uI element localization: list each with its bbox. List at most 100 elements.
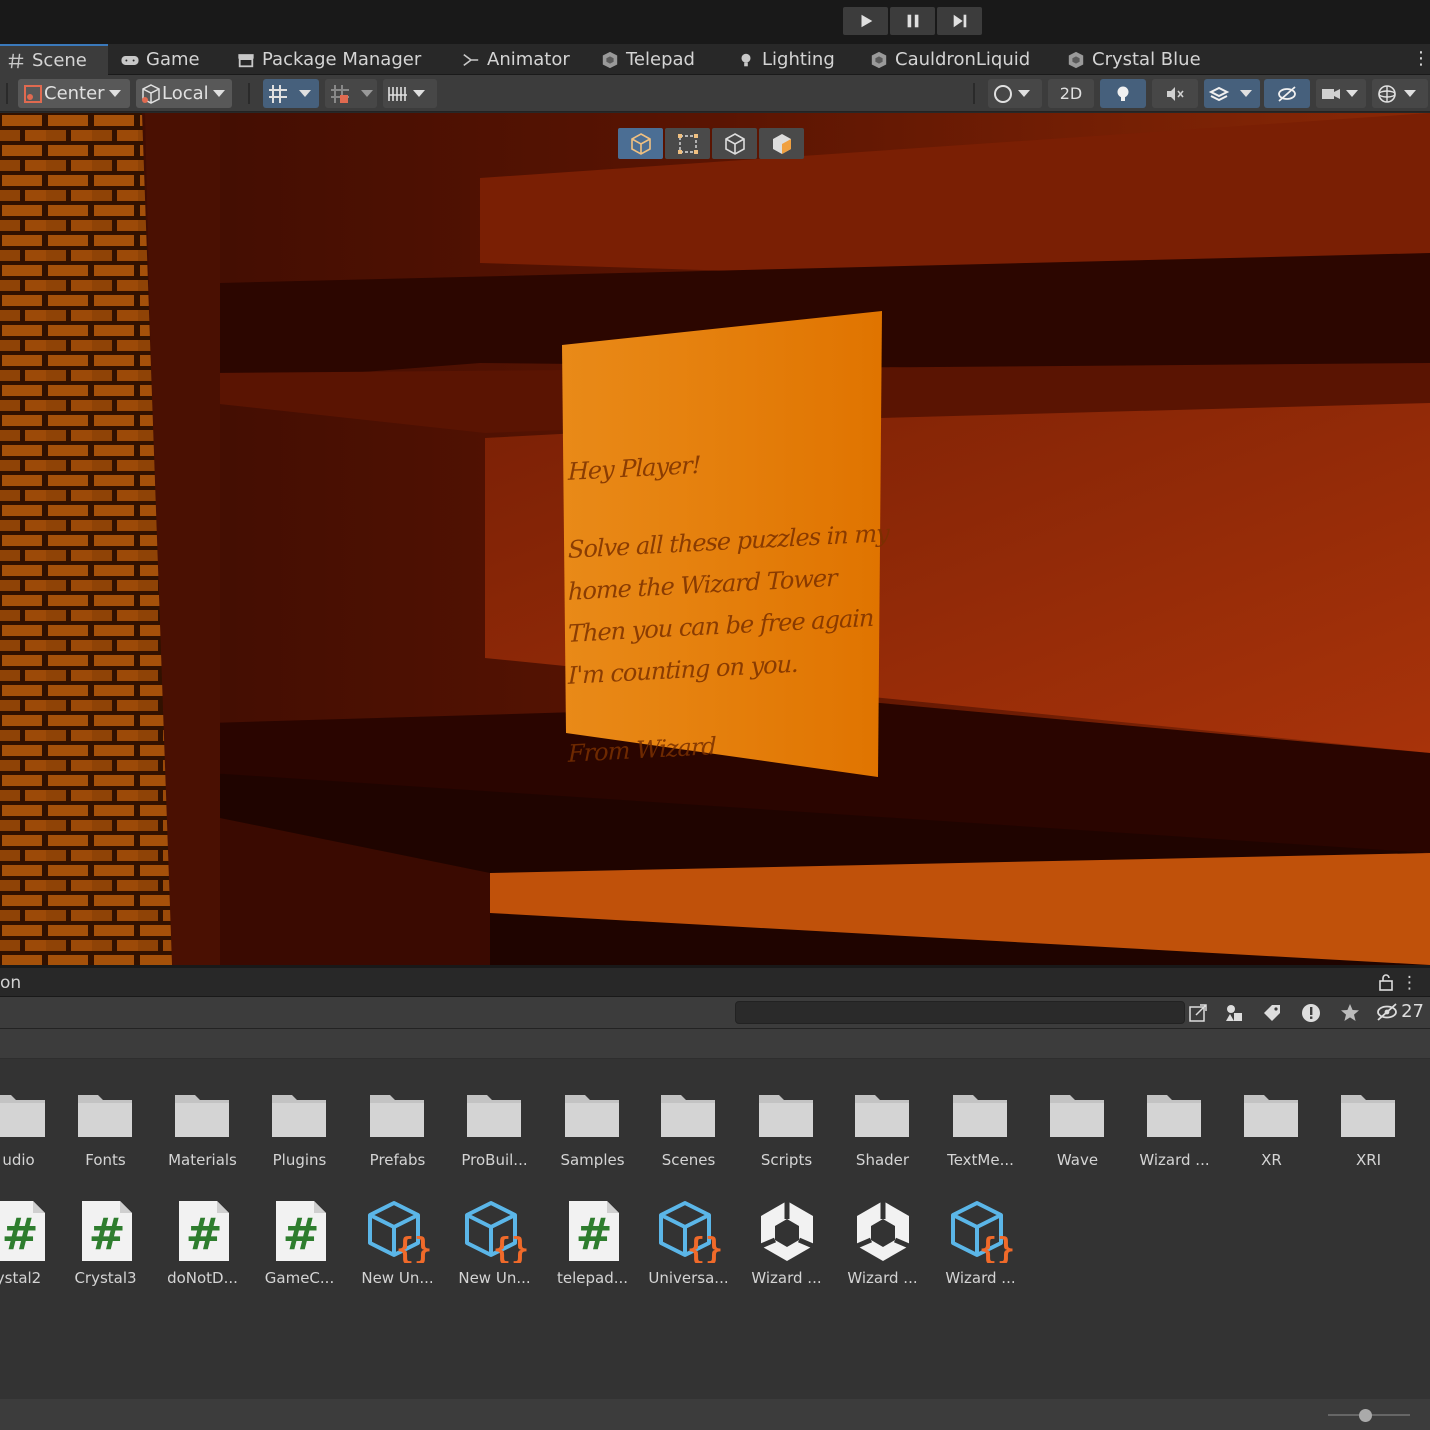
file-item[interactable]: # telepad... [544, 1199, 641, 1287]
rect-tool-button[interactable] [665, 128, 710, 159]
scene-lighting-toggle[interactable] [1100, 79, 1146, 108]
folder-item[interactable]: Prefabs [349, 1081, 446, 1169]
folder-icon [758, 1095, 813, 1137]
folder-item[interactable]: XR [1223, 1081, 1320, 1169]
asset-label: Plugins [272, 1151, 327, 1169]
scene-viewport[interactable]: Hey Player! Solve all these puzzles in m… [0, 113, 1430, 965]
chevron-down-icon [299, 90, 311, 97]
shading-mode-dropdown[interactable] [988, 79, 1042, 108]
hidden-count-label: 27 [1401, 1001, 1424, 1022]
pivot-mode-dropdown[interactable]: Center [18, 79, 130, 108]
tab-game[interactable]: Game [120, 44, 200, 75]
scriptable-asset-icon: {} [950, 1201, 1013, 1263]
gizmos-dropdown[interactable] [1372, 79, 1428, 108]
shaded-cube-button[interactable] [759, 128, 804, 159]
scriptable-asset-icon: {} [658, 1201, 721, 1263]
tab-scene[interactable]: Scene [0, 44, 108, 75]
pause-button[interactable] [890, 7, 935, 35]
csharp-script-icon: # [0, 1201, 45, 1261]
folder-item[interactable]: Scripts [738, 1081, 835, 1169]
pivot-rotation-dropdown[interactable]: Local [136, 79, 232, 108]
project-toolbar: 27 [0, 997, 1430, 1029]
external-link-icon [1189, 1004, 1207, 1022]
file-item[interactable]: # GameC... [251, 1199, 348, 1287]
filter-by-status-button[interactable] [1293, 999, 1329, 1027]
rect-transform-icon [677, 133, 698, 154]
grid-snap-toggle[interactable] [263, 79, 319, 108]
asset-label: XR [1261, 1151, 1282, 1169]
folder-item[interactable]: Samples [544, 1081, 641, 1169]
file-item[interactable]: {} Universa... [640, 1199, 737, 1287]
unity-logo-icon [759, 1201, 814, 1261]
file-item[interactable]: Wizard ... [834, 1199, 931, 1287]
step-button[interactable] [937, 7, 982, 35]
tab-crystal-blue[interactable]: Crystal Blue [1066, 44, 1201, 75]
slider-thumb[interactable] [1359, 1409, 1372, 1422]
folder-item[interactable]: Shader [834, 1081, 931, 1169]
scene-toolbar: Center Local 2D [0, 75, 1430, 112]
2d-mode-toggle[interactable]: 2D [1048, 79, 1094, 108]
tab-lighting[interactable]: Lighting [736, 44, 835, 75]
tab-label: Package Manager [262, 49, 422, 70]
warning-icon [1302, 1004, 1320, 1022]
prefab-icon [869, 50, 889, 70]
tab-telepad[interactable]: Telepad [600, 44, 695, 75]
2d-mode-label: 2D [1059, 84, 1083, 103]
ruler-dropdown[interactable] [383, 79, 437, 108]
file-item[interactable]: Wizard ... [738, 1199, 835, 1287]
scriptable-asset-icon: {} [367, 1201, 430, 1263]
folder-item[interactable]: TextMe... [932, 1081, 1029, 1169]
folder-item[interactable]: Materials [154, 1081, 251, 1169]
panel-title: on [0, 973, 22, 993]
tab-animator[interactable]: Animator [461, 44, 570, 75]
folder-item[interactable]: ProBuil... [446, 1081, 543, 1169]
asset-label: Universa... [648, 1269, 729, 1287]
file-item[interactable]: {} Wizard ... [932, 1199, 1029, 1287]
folder-item[interactable]: Scenes [640, 1081, 737, 1169]
folder-item[interactable]: Fonts [57, 1081, 154, 1169]
wireframe-cube-button[interactable] [712, 128, 757, 159]
play-button[interactable] [843, 7, 888, 35]
tab-package-manager[interactable]: Package Manager [236, 44, 421, 75]
bulb-icon [1117, 86, 1129, 101]
more-options-icon[interactable]: ⋮ [1412, 48, 1430, 70]
folder-item[interactable]: Wave [1029, 1081, 1126, 1169]
scene-visibility-toggle[interactable] [1264, 79, 1310, 108]
scene-audio-toggle[interactable] [1152, 79, 1198, 108]
file-item[interactable]: # Crystal3 [57, 1199, 154, 1287]
scriptable-asset-icon: {} [464, 1201, 527, 1263]
favorites-button[interactable] [1332, 999, 1368, 1027]
folder-item[interactable]: Wizard ... [1126, 1081, 1223, 1169]
search-input[interactable] [735, 1001, 1185, 1024]
search-scope-button[interactable] [1180, 999, 1216, 1027]
file-item[interactable]: {} New Un... [446, 1199, 543, 1287]
folder-item[interactable]: Plugins [251, 1081, 348, 1169]
lock-icon[interactable] [1378, 973, 1394, 991]
tab-label: CauldronLiquid [895, 49, 1031, 70]
chevron-down-icon [413, 90, 425, 97]
asset-label: Wizard ... [1139, 1151, 1210, 1169]
folder-icon [952, 1095, 1007, 1137]
increment-snap-toggle[interactable] [325, 79, 377, 108]
icon-size-slider[interactable] [1328, 1409, 1410, 1422]
tab-cauldronliquid[interactable]: CauldronLiquid [869, 44, 1030, 75]
file-item[interactable]: # doNotD... [154, 1199, 251, 1287]
filter-by-type-button[interactable] [1216, 999, 1252, 1027]
folder-icon [1243, 1095, 1298, 1137]
play-bar [0, 0, 1430, 44]
hidden-packages-toggle[interactable]: 27 [1375, 1001, 1424, 1022]
chevron-down-icon [212, 90, 225, 97]
folder-icon [77, 1095, 132, 1137]
folder-item[interactable]: XRI [1320, 1081, 1417, 1169]
toolbar-separator [973, 83, 975, 104]
effects-dropdown[interactable] [1204, 79, 1260, 108]
more-options-icon[interactable]: ⋮ [1401, 968, 1418, 998]
move-tool-button[interactable] [618, 128, 663, 159]
camera-settings-dropdown[interactable] [1316, 79, 1366, 108]
file-item[interactable]: {} New Un... [349, 1199, 446, 1287]
tag-icon [1264, 1005, 1280, 1021]
chevron-down-icon [1404, 90, 1416, 97]
asset-label: New Un... [361, 1269, 434, 1287]
asset-label: Scripts [760, 1151, 813, 1169]
filter-by-label-button[interactable] [1254, 999, 1290, 1027]
